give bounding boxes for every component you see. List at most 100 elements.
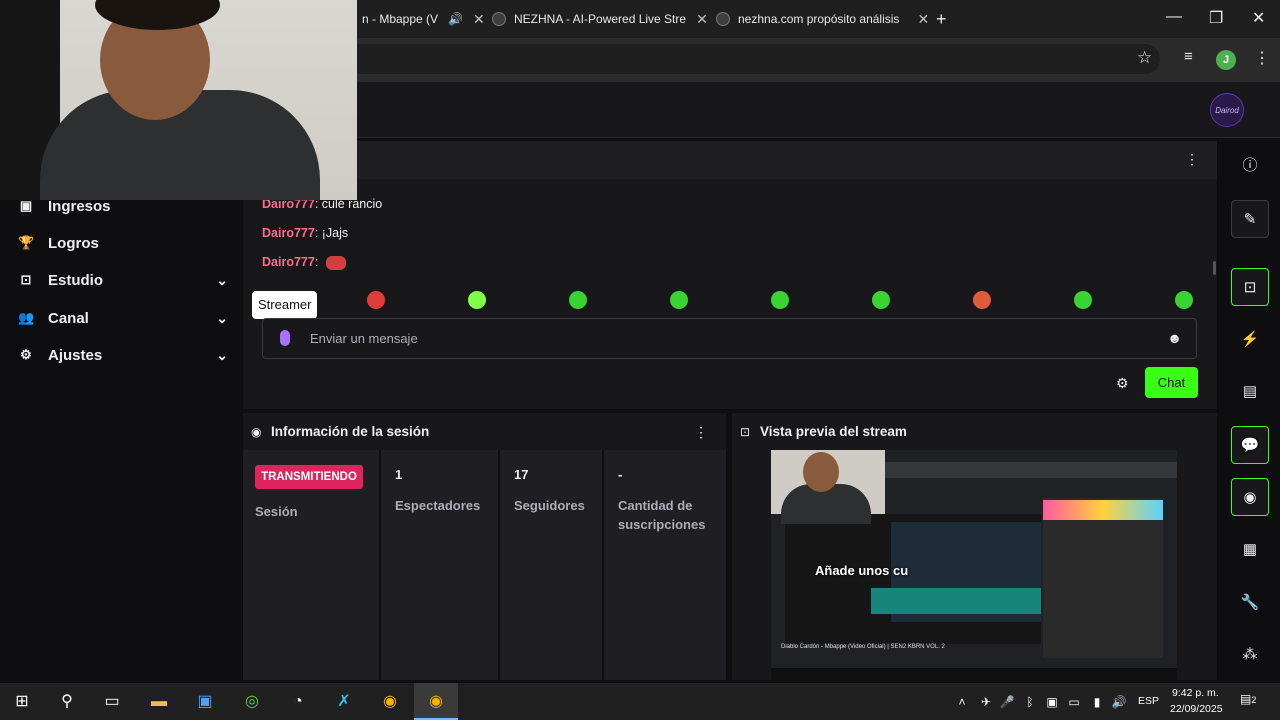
language-indicator[interactable]: ESP: [1138, 695, 1159, 707]
chat-message: Dairo777:: [262, 255, 346, 270]
sidebar-item-estudio[interactable]: ⊡ Estudio ⌄: [18, 268, 228, 292]
chat-scrollbar[interactable]: [1213, 261, 1216, 275]
viewers-label: Espectadores: [395, 498, 481, 513]
volume-icon[interactable]: 🔊: [1107, 690, 1131, 714]
chat-message: Dairo777: ¡Jajs: [262, 226, 349, 240]
close-window-icon[interactable]: ✕: [1252, 8, 1265, 28]
emote-icon[interactable]: [670, 291, 688, 309]
chevron-up-icon[interactable]: ˄: [950, 690, 974, 714]
browser-tab-nezhna[interactable]: NEZHNA - AI-Powered Live Stre ✕: [492, 6, 708, 32]
mic-icon[interactable]: [280, 330, 290, 346]
app-logo[interactable]: Dairod: [1210, 93, 1244, 127]
close-icon[interactable]: ✕: [473, 11, 485, 28]
clock-time[interactable]: 9:42 p. m.: [1172, 687, 1219, 699]
emote-icon[interactable]: [367, 291, 385, 309]
bookmark-star-icon[interactable]: ☆: [1137, 48, 1152, 68]
browser-tab-mbappe[interactable]: n - Mbappe (V 🔊 ✕: [362, 6, 485, 32]
subs-label-line1: Cantidad de: [618, 498, 693, 513]
message-input[interactable]: Enviar un mensaje ☻: [262, 318, 1197, 359]
battery-icon[interactable]: ▮: [1085, 690, 1109, 714]
chrome-profile-icon[interactable]: ◉: [424, 690, 448, 714]
browser-menu-icon[interactable]: ⋮: [1254, 48, 1270, 68]
channel-icon: 👥: [18, 310, 35, 325]
minimize-icon[interactable]: —: [1166, 8, 1182, 26]
session-stats: TRANSMITIENDO Sesión 1 Espectadores 17 S…: [243, 450, 726, 680]
emoji-icon[interactable]: ☻: [1167, 330, 1182, 346]
emote-icon[interactable]: [468, 291, 486, 309]
clock-date[interactable]: 22/09/2025: [1170, 703, 1223, 715]
bluetooth-icon[interactable]: ᛒ: [1018, 690, 1042, 714]
viewers-count: 1: [395, 467, 403, 482]
sidebar-item-label: Estudio: [48, 271, 103, 289]
profile-avatar[interactable]: J: [1216, 50, 1236, 70]
stream-preview-video[interactable]: Añade unos cu Diablo Cardón - Mbappe (Vi…: [771, 450, 1177, 680]
close-icon[interactable]: ✕: [696, 11, 708, 28]
preview-webcam: [771, 450, 885, 524]
vscode-icon[interactable]: ✗: [332, 690, 356, 714]
nezhna-favicon-icon: [492, 12, 506, 26]
subs-label-line2: suscripciones: [618, 517, 706, 532]
chat-header: ⋮: [243, 141, 1217, 179]
emote-icon[interactable]: [872, 291, 890, 309]
globe-icon: [716, 12, 730, 26]
emote-icon[interactable]: [1175, 291, 1193, 309]
session-menu-icon[interactable]: ⋮: [694, 424, 708, 441]
edit-icon[interactable]: ✎: [1231, 200, 1269, 238]
streamer-tooltip: Streamer: [252, 291, 318, 319]
new-tab-button[interactable]: +: [936, 6, 947, 32]
subs-col: - Cantidad de suscripciones: [604, 450, 726, 680]
notification-count: 2: [1251, 695, 1257, 705]
address-bar[interactable]: [330, 44, 1160, 74]
task-view-icon[interactable]: ▭: [100, 690, 124, 714]
chevron-down-icon: ⌄: [216, 346, 228, 363]
chat-bubble-icon[interactable]: 💬: [1231, 426, 1269, 464]
lightning-icon[interactable]: ⚡: [1231, 321, 1269, 359]
app-tray-icon[interactable]: ▣: [1040, 690, 1064, 714]
search-icon[interactable]: ⚲: [55, 690, 79, 714]
notification-center-icon[interactable]: ▤2: [1240, 692, 1260, 710]
chat-settings-icon[interactable]: ⚙: [1116, 375, 1129, 392]
emote-icon[interactable]: [1074, 291, 1092, 309]
followers-label: Seguidores: [514, 498, 585, 513]
studio-icon: ⊡: [20, 272, 32, 287]
chevron-down-icon: ⌄: [216, 309, 228, 326]
info-icon[interactable]: ⓘ: [1231, 147, 1269, 185]
mic-tray-icon[interactable]: 🎤: [995, 690, 1019, 714]
browser-tab-analysis[interactable]: nezhna.com propósito análisis ✕: [716, 6, 929, 32]
capture-icon[interactable]: ⊡: [1231, 268, 1269, 306]
webcam-overlay: [0, 0, 357, 200]
speedtest-icon[interactable]: ◔: [286, 690, 310, 714]
close-icon[interactable]: ✕: [917, 11, 929, 28]
emote-icon[interactable]: [771, 291, 789, 309]
media-control-icon[interactable]: ≡: [1184, 48, 1193, 65]
file-explorer-icon[interactable]: ▬: [147, 690, 171, 714]
display-icon[interactable]: ▭: [1062, 690, 1086, 714]
camera-scene-icon[interactable]: ▦: [1231, 531, 1269, 569]
sidebar-item-label: Ajustes: [48, 346, 103, 364]
message-placeholder: Enviar un mensaje: [310, 331, 418, 346]
emote-icon[interactable]: [973, 291, 991, 309]
followers-count: 17: [514, 467, 529, 482]
sidebar-item-ajustes[interactable]: ⚙ Ajustes ⌄: [18, 343, 228, 367]
trophy-icon: 🏆: [18, 235, 35, 250]
sidebar-item-label: Logros: [48, 234, 99, 252]
emote-icon[interactable]: [569, 291, 587, 309]
broadcast-icon: ◉: [251, 425, 262, 439]
tab-title: nezhna.com propósito análisis: [738, 12, 900, 26]
chrome-icon[interactable]: ◉: [378, 690, 402, 714]
chat-panel: ⋮ Dairo777: culé rancio Dairo777: ¡Jajs …: [243, 141, 1217, 409]
preview-footer-text: Diablo Cardón - Mbappe (Video Oficial) |…: [781, 644, 945, 650]
chat-menu-icon[interactable]: ⋮: [1185, 151, 1199, 168]
send-chat-button[interactable]: Chat: [1145, 367, 1198, 398]
sidebar-item-logros[interactable]: 🏆 Logros: [18, 231, 228, 255]
viewers-col: 1 Espectadores: [381, 450, 500, 680]
broadcast-icon[interactable]: ◉: [1231, 478, 1269, 516]
sidebar-item-canal[interactable]: 👥 Canal ⌄: [18, 306, 228, 330]
maximize-icon[interactable]: ❐: [1209, 8, 1223, 28]
wrench-icon[interactable]: 🔧: [1231, 584, 1269, 622]
notes-icon[interactable]: ▤: [1231, 373, 1269, 411]
integrations-icon[interactable]: ⁂: [1231, 636, 1269, 674]
xbox-icon[interactable]: ◎: [240, 690, 264, 714]
windows-start-icon[interactable]: ⊞: [10, 690, 34, 714]
store-icon[interactable]: ▣: [193, 690, 217, 714]
